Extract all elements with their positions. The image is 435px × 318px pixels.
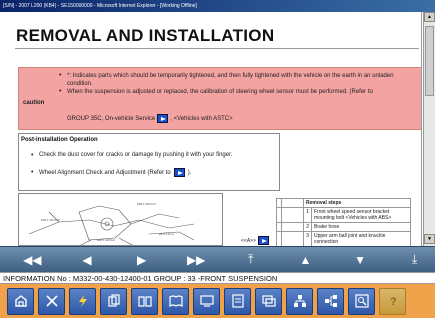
- scroll-down-icon[interactable]: ▼: [424, 234, 435, 244]
- scroll-bottom-button[interactable]: ⤓: [394, 250, 435, 270]
- last-page-button[interactable]: ▶▶: [176, 250, 217, 270]
- torque-label: 25 ± 5 N·m: [159, 232, 174, 236]
- main-toolbar: ?: [0, 284, 435, 318]
- suspension-diagram: 100 ± 10 N·m* 108 ± 10 N·m* 25 ± 5 N·m 1…: [18, 193, 223, 246]
- page-title: REMOVAL AND INSTALLATION: [16, 26, 275, 45]
- lightning-icon[interactable]: [69, 287, 96, 315]
- diagram-icon[interactable]: [286, 287, 313, 315]
- caution-list: *: Indicates parts which should be tempo…: [59, 72, 414, 96]
- home-icon[interactable]: [7, 287, 34, 315]
- table-row: 3 Upper arm ball joint and knuckle conne…: [276, 231, 411, 246]
- navigation-bar: ◀◀ ◀ ▶ ▶▶ ⤒ ▲ ▼ ⤓: [0, 246, 435, 272]
- torque-label: 100 ± 10 N·m: [97, 238, 116, 242]
- table-cell: [281, 231, 304, 246]
- caution-item: *: Indicates parts which should be tempo…: [59, 72, 414, 88]
- step-text: Upper arm ball joint and knuckle connect…: [311, 231, 411, 246]
- vertical-scrollbar[interactable]: ▲ ▼: [423, 12, 435, 246]
- document-pane: REMOVAL AND INSTALLATION caution *: Indi…: [5, 12, 422, 246]
- caution-box: caution *: Indicates parts which should …: [18, 67, 421, 130]
- removal-steps-header: Removal steps: [303, 198, 411, 208]
- step-number: 2: [303, 222, 312, 232]
- caution-reference: GROUP 35C, On-vehicle Service , <Vehicle…: [59, 114, 233, 123]
- post-installation-title: Post-installation Operation: [21, 137, 98, 143]
- caution-item: When the suspension is adjusted or repla…: [59, 88, 414, 96]
- scroll-thumb[interactable]: [425, 26, 434, 96]
- step-number: 1: [303, 207, 312, 223]
- window-title: [S/N] - 2007 L200 (KB4) - SE150000000 - …: [0, 0, 435, 12]
- diagram2-icon[interactable]: [317, 287, 344, 315]
- screen-icon[interactable]: [193, 287, 220, 315]
- table-row: Removal steps: [276, 198, 411, 208]
- post-installation-box: Post-installation Operation Check the du…: [18, 133, 280, 191]
- link-arrow-icon[interactable]: [258, 236, 270, 245]
- zoom-icon[interactable]: [348, 287, 375, 315]
- book-icon[interactable]: [131, 287, 158, 315]
- torque-label: 108 ± 10 N·m*: [137, 202, 157, 206]
- tools-icon[interactable]: [38, 287, 65, 315]
- step-number: 3: [303, 231, 312, 246]
- table-row: 1 Front wheel speed sensor bracket mount…: [276, 207, 411, 223]
- step-text: Front wheel speed sensor bracket mountin…: [311, 207, 411, 223]
- reference-link-label: <<A>>: [241, 237, 257, 244]
- svg-text:?: ?: [390, 296, 397, 308]
- post-item-text: Wheel Alignment Check and Adjustment (Re…: [39, 169, 171, 176]
- table-cell: [281, 198, 304, 208]
- manual-icon[interactable]: [162, 287, 189, 315]
- scroll-up-icon[interactable]: ▲: [424, 12, 435, 22]
- link-arrow-icon[interactable]: [173, 168, 185, 177]
- scroll-up-button[interactable]: ▲: [285, 250, 326, 270]
- first-page-button[interactable]: ◀◀: [12, 250, 53, 270]
- step-text: Brake hose: [311, 222, 411, 232]
- post-item-text: Check the dust cover for cracks or damag…: [39, 152, 233, 158]
- removal-steps-table: Removal steps 1 Front wheel speed sensor…: [276, 198, 411, 246]
- previous-page-button[interactable]: ◀: [67, 250, 108, 270]
- post-installation-item: Wheel Alignment Check and Adjustment (Re…: [31, 168, 276, 177]
- copy-icon[interactable]: [100, 287, 127, 315]
- help-icon[interactable]: ?: [379, 287, 406, 315]
- table-row: 2 Brake hose: [276, 222, 411, 232]
- scroll-top-button[interactable]: ⤒: [231, 250, 272, 270]
- document-icon[interactable]: [224, 287, 251, 315]
- window-icon[interactable]: [255, 287, 282, 315]
- torque-label: 100 ± 10 N·m*: [41, 218, 61, 222]
- divider: [15, 48, 419, 49]
- post-installation-list: Check the dust cover for cracks or damag…: [31, 152, 276, 187]
- next-page-button[interactable]: ▶: [121, 250, 162, 270]
- caution-ref-text: GROUP 35C, On-vehicle Service: [67, 115, 156, 122]
- reference-link-a[interactable]: <<A>>: [241, 236, 270, 245]
- information-bar: INFORMATION No : M332-00-430-12400-01 GR…: [0, 272, 435, 284]
- link-arrow-icon[interactable]: [157, 114, 169, 123]
- post-item-suffix: ).: [187, 169, 192, 176]
- caution-label: caution: [23, 100, 45, 106]
- scroll-down-button[interactable]: ▼: [340, 250, 381, 270]
- post-installation-item: Check the dust cover for cracks or damag…: [31, 152, 276, 159]
- caution-ref-suffix: , <Vehicles with ASTC>: [170, 115, 233, 122]
- table-cell: [281, 207, 304, 223]
- table-cell: [281, 222, 304, 232]
